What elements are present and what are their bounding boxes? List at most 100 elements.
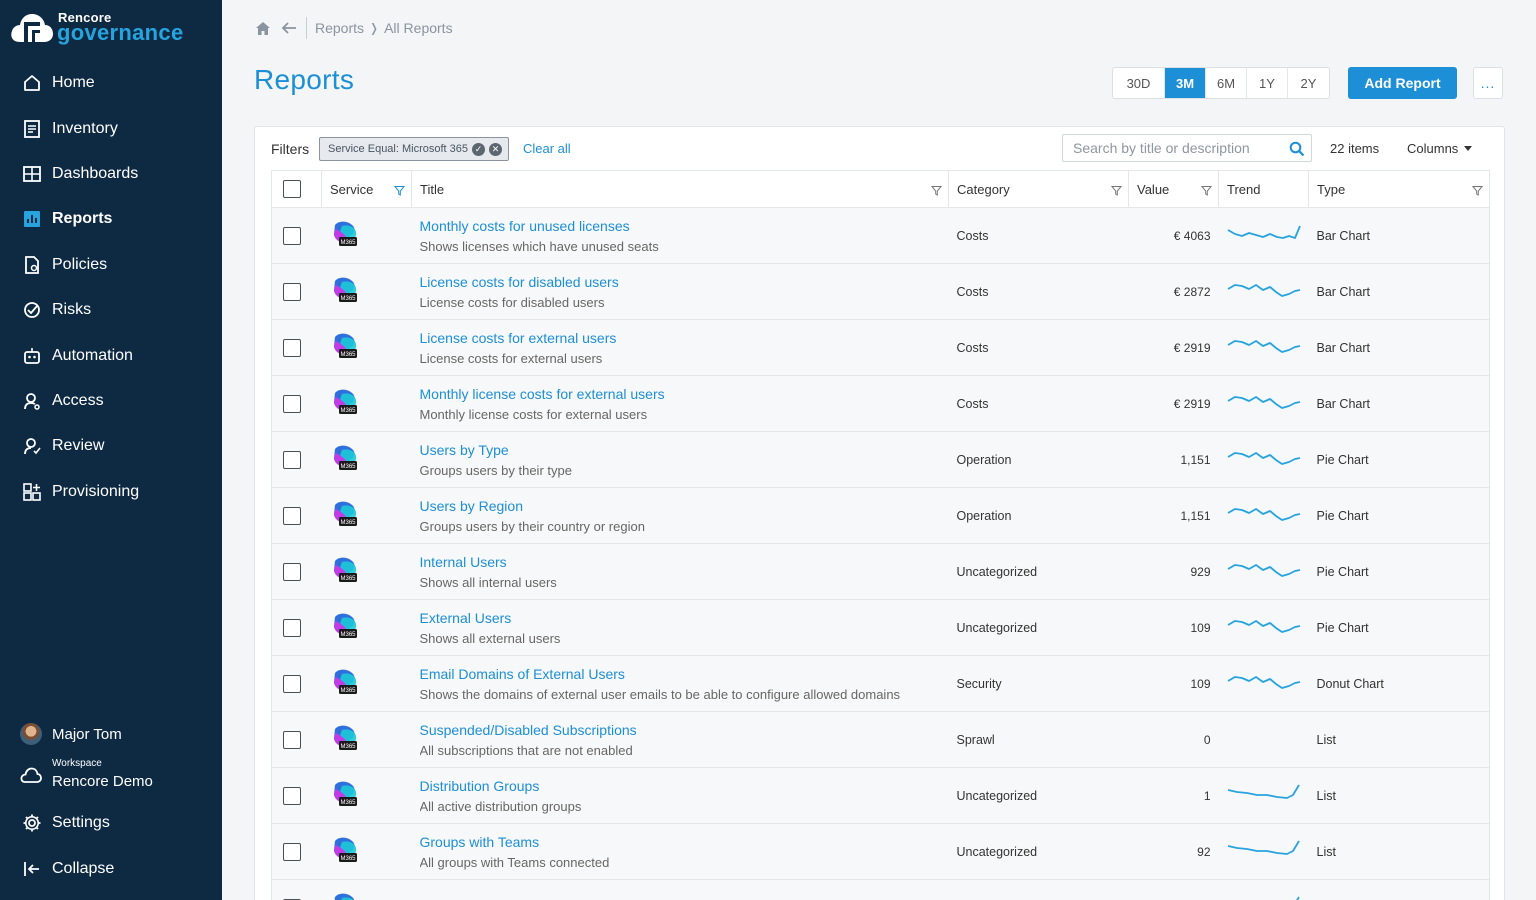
report-title-link[interactable]: Email Domains of External Users — [420, 665, 941, 683]
trend-cell — [1218, 207, 1309, 264]
row-checkbox[interactable] — [283, 842, 301, 861]
sidebar-item-risks[interactable]: Risks — [0, 290, 222, 330]
table-row[interactable]: M365 Microsoft 365 Groups — [271, 879, 1490, 900]
column-header-title[interactable]: Title — [411, 170, 949, 208]
table-row[interactable]: M365 Users by Type Groups users by their t… — [271, 431, 1490, 488]
home-icon[interactable] — [254, 19, 272, 37]
report-title-link[interactable]: License costs for external users — [420, 329, 941, 347]
row-checkbox[interactable] — [283, 394, 301, 413]
table-row[interactable]: M365 License costs for disabled users Lice… — [271, 263, 1490, 320]
filter-icon[interactable] — [931, 185, 942, 196]
items-count: 22 items — [1330, 141, 1380, 156]
columns-dropdown[interactable]: Columns — [1407, 141, 1473, 156]
back-arrow-icon[interactable] — [280, 19, 298, 37]
filter-icon[interactable] — [394, 185, 405, 196]
m365-icon: M365 — [333, 333, 357, 358]
type-cell: Pie Chart — [1308, 431, 1490, 488]
sidebar-item-provisioning[interactable]: Provisioning — [0, 472, 222, 512]
select-all-checkbox[interactable] — [283, 180, 301, 198]
table-row[interactable]: M365 External Users Shows all external use… — [271, 599, 1490, 656]
collapse-button[interactable]: Collapse — [0, 851, 222, 887]
user-profile[interactable]: Major Tom — [20, 723, 122, 745]
row-checkbox[interactable] — [283, 338, 301, 357]
row-checkbox[interactable] — [283, 282, 301, 301]
row-checkbox[interactable] — [283, 562, 301, 581]
report-title-link[interactable]: Internal Users — [420, 553, 941, 571]
column-header-category[interactable]: Category — [948, 170, 1129, 208]
sidebar-item-label: Review — [52, 437, 105, 454]
report-description: Groups users by their country or region — [419, 518, 645, 534]
table-row[interactable]: M365 Monthly costs for unused licenses Sho… — [271, 207, 1490, 264]
filters-label: Filters — [271, 141, 310, 157]
service-cell: M365 — [321, 207, 412, 264]
sidebar-item-home[interactable]: Home — [0, 63, 222, 103]
row-checkbox[interactable] — [283, 506, 301, 525]
sidebar-item-access[interactable]: Access — [0, 381, 222, 421]
m365-badge: M365 — [340, 464, 356, 470]
column-header-type[interactable]: Type — [1308, 170, 1490, 208]
range-2y-button[interactable]: 2Y — [1288, 68, 1329, 98]
report-title-link[interactable]: Users by Type — [420, 441, 941, 459]
service-cell: M365 — [321, 767, 412, 824]
range-3m-button[interactable]: 3M — [1165, 68, 1206, 98]
table-row[interactable]: M365 Groups with Teams All groups with Tea… — [271, 823, 1490, 880]
sidebar-item-reports[interactable]: Reports — [0, 199, 222, 239]
filter-icon[interactable] — [1472, 185, 1483, 196]
close-icon[interactable]: ✕ — [489, 142, 503, 156]
check-icon[interactable]: ✓ — [472, 142, 486, 156]
m365-badge: M365 — [340, 352, 356, 358]
report-description: Shows the domains of external user email… — [419, 686, 901, 702]
sidebar-item-label: Policies — [52, 256, 108, 273]
report-title-link[interactable]: External Users — [420, 609, 941, 627]
report-title-link[interactable]: Distribution Groups — [420, 777, 941, 795]
sidebar-item-review[interactable]: Review — [0, 426, 222, 466]
report-title-link[interactable]: Users by Region — [420, 497, 941, 515]
breadcrumb-item[interactable]: Reports — [315, 20, 364, 36]
row-checkbox[interactable] — [283, 730, 301, 749]
column-header-service[interactable]: Service — [321, 170, 412, 208]
table-row[interactable]: M365 Users by Region Groups users by their… — [271, 487, 1490, 544]
row-checkbox[interactable] — [283, 618, 301, 637]
column-header-value[interactable]: Value — [1128, 170, 1219, 208]
search-input[interactable] — [1063, 140, 1283, 156]
report-title-link[interactable]: Suspended/Disabled Subscriptions — [420, 721, 941, 739]
clear-all-link[interactable]: Clear all — [523, 141, 571, 156]
settings-button[interactable]: Settings — [0, 805, 222, 841]
range-1y-button[interactable]: 1Y — [1247, 68, 1288, 98]
row-checkbox[interactable] — [283, 786, 301, 805]
table-row[interactable]: M365 Suspended/Disabled Subscriptions All … — [271, 711, 1490, 768]
range-6m-button[interactable]: 6M — [1206, 68, 1247, 98]
sidebar-item-policies[interactable]: Policies — [0, 245, 222, 285]
add-report-button[interactable]: Add Report — [1348, 67, 1457, 99]
more-options-button[interactable]: ... — [1473, 67, 1503, 99]
table-row[interactable]: M365 Internal Users Shows all internal use… — [271, 543, 1490, 600]
report-title-link[interactable]: Monthly costs for unused licenses — [420, 217, 941, 235]
range-30d-button[interactable]: 30D — [1113, 68, 1165, 98]
sidebar-item-inventory[interactable]: Inventory — [0, 109, 222, 149]
report-title-link[interactable]: Microsoft 365 Groups — [420, 897, 941, 900]
reports-icon — [22, 209, 42, 229]
rencore-logo[interactable]: Rencore governance — [10, 6, 210, 46]
table-row[interactable]: M365 Distribution Groups All active distri… — [271, 767, 1490, 824]
sidebar-item-automation[interactable]: Automation — [0, 336, 222, 376]
report-title-link[interactable]: Groups with Teams — [420, 833, 941, 851]
table-row[interactable]: M365 Monthly license costs for external u… — [271, 375, 1490, 432]
title-cell: Users by Type Groups users by their type — [411, 431, 949, 488]
sidebar-item-dashboards[interactable]: Dashboards — [0, 154, 222, 194]
filter-icon[interactable] — [1111, 185, 1122, 196]
select-cell — [271, 655, 322, 712]
search-icon[interactable] — [1289, 141, 1305, 157]
row-checkbox[interactable] — [283, 226, 301, 245]
filter-chip[interactable]: Service Equal: Microsoft 365 ✓ ✕ — [319, 137, 510, 161]
row-checkbox[interactable] — [283, 450, 301, 469]
report-value: € 4063 — [1173, 228, 1211, 243]
filter-icon[interactable] — [1201, 185, 1212, 196]
table-row[interactable]: M365 Email Domains of External Users Shows… — [271, 655, 1490, 712]
table-row[interactable]: M365 License costs for external users Lice… — [271, 319, 1490, 376]
report-type: Pie Chart — [1316, 565, 1369, 579]
row-checkbox[interactable] — [283, 674, 301, 693]
report-type: List — [1316, 789, 1336, 803]
report-title-link[interactable]: License costs for disabled users — [420, 273, 941, 291]
trend-cell — [1218, 487, 1309, 544]
report-title-link[interactable]: Monthly license costs for external users — [420, 385, 941, 403]
